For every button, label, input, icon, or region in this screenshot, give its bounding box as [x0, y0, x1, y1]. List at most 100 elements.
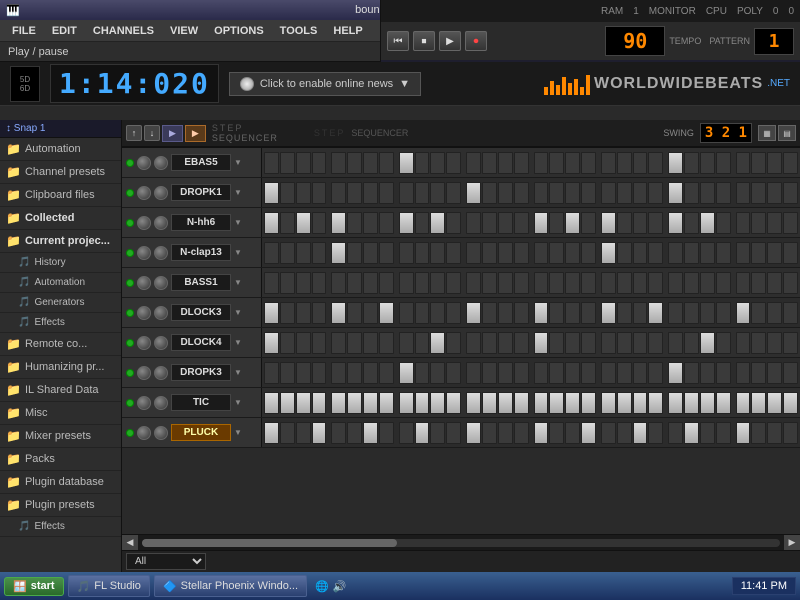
sidebar-item-plugin-presets[interactable]: 📁 Plugin presets	[0, 494, 121, 517]
step-btn-5-31[interactable]	[783, 302, 798, 324]
step-btn-7-4[interactable]	[331, 362, 346, 384]
step-btn-6-25[interactable]	[684, 332, 699, 354]
step-btn-7-19[interactable]	[581, 362, 596, 384]
seq-mode-indicator[interactable]: ▶	[162, 125, 183, 142]
step-btn-0-24[interactable]	[668, 152, 683, 174]
track-knob-pan-8[interactable]	[154, 396, 168, 410]
step-btn-8-8[interactable]	[399, 392, 414, 414]
step-btn-4-30[interactable]	[767, 272, 782, 294]
step-btn-9-8[interactable]	[399, 422, 414, 444]
step-btn-0-22[interactable]	[633, 152, 648, 174]
sidebar-item-shared-data[interactable]: 📁 IL Shared Data	[0, 379, 121, 402]
step-btn-5-20[interactable]	[601, 302, 616, 324]
step-btn-2-20[interactable]	[601, 212, 616, 234]
step-btn-9-27[interactable]	[716, 422, 731, 444]
step-btn-8-23[interactable]	[648, 392, 663, 414]
step-btn-2-10[interactable]	[430, 212, 445, 234]
step-btn-5-13[interactable]	[482, 302, 497, 324]
step-btn-7-6[interactable]	[363, 362, 378, 384]
step-btn-8-2[interactable]	[296, 392, 311, 414]
track-name-0[interactable]: EBAS5	[171, 154, 231, 171]
step-btn-4-7[interactable]	[379, 272, 394, 294]
step-btn-2-30[interactable]	[767, 212, 782, 234]
sidebar-item-clipboard[interactable]: 📁 Clipboard files	[0, 184, 121, 207]
step-btn-7-28[interactable]	[736, 362, 751, 384]
step-btn-1-21[interactable]	[617, 182, 632, 204]
tempo-display[interactable]: 90	[605, 26, 665, 56]
step-btn-6-2[interactable]	[296, 332, 311, 354]
sidebar-item-effects[interactable]: 🎵 Effects	[0, 313, 121, 333]
step-btn-3-0[interactable]	[264, 242, 279, 264]
prev-button[interactable]: ⏮	[387, 31, 409, 51]
step-btn-1-5[interactable]	[347, 182, 362, 204]
step-btn-8-10[interactable]	[430, 392, 445, 414]
track-name-1[interactable]: DROPK1	[171, 184, 231, 201]
step-btn-1-20[interactable]	[601, 182, 616, 204]
step-btn-4-23[interactable]	[648, 272, 663, 294]
step-btn-9-23[interactable]	[648, 422, 663, 444]
step-btn-3-30[interactable]	[767, 242, 782, 264]
step-btn-4-5[interactable]	[347, 272, 362, 294]
play-button[interactable]: ▶	[439, 31, 461, 51]
sidebar-item-channel-presets[interactable]: 📁 Channel presets	[0, 161, 121, 184]
step-btn-6-7[interactable]	[379, 332, 394, 354]
step-btn-0-6[interactable]	[363, 152, 378, 174]
step-btn-9-22[interactable]	[633, 422, 648, 444]
step-btn-2-14[interactable]	[498, 212, 513, 234]
step-btn-1-16[interactable]	[534, 182, 549, 204]
track-led-6[interactable]	[126, 339, 134, 347]
step-btn-5-23[interactable]	[648, 302, 663, 324]
step-btn-3-27[interactable]	[716, 242, 731, 264]
track-knob-vol-9[interactable]	[137, 426, 151, 440]
step-btn-5-24[interactable]	[668, 302, 683, 324]
track-knob-vol-8[interactable]	[137, 396, 151, 410]
step-btn-0-27[interactable]	[716, 152, 731, 174]
step-btn-4-19[interactable]	[581, 272, 596, 294]
sidebar-item-automation[interactable]: 📁 Automation	[0, 138, 121, 161]
step-btn-1-31[interactable]	[783, 182, 798, 204]
step-btn-6-28[interactable]	[736, 332, 751, 354]
step-btn-6-31[interactable]	[783, 332, 798, 354]
step-btn-9-19[interactable]	[581, 422, 596, 444]
step-btn-9-29[interactable]	[751, 422, 766, 444]
step-btn-0-30[interactable]	[767, 152, 782, 174]
step-btn-4-13[interactable]	[482, 272, 497, 294]
step-btn-1-27[interactable]	[716, 182, 731, 204]
sidebar-item-generators[interactable]: 🎵 Generators	[0, 293, 121, 313]
pattern-select[interactable]: All Drums Bass Melody	[126, 553, 206, 570]
track-led-2[interactable]	[126, 219, 134, 227]
step-btn-0-9[interactable]	[415, 152, 430, 174]
step-btn-4-8[interactable]	[399, 272, 414, 294]
step-btn-2-31[interactable]	[783, 212, 798, 234]
sidebar-item-history[interactable]: 🎵 History	[0, 253, 121, 273]
step-btn-9-5[interactable]	[347, 422, 362, 444]
step-btn-8-1[interactable]	[280, 392, 295, 414]
step-btn-2-5[interactable]	[347, 212, 362, 234]
pattern-display[interactable]: 1	[754, 28, 794, 55]
step-btn-9-1[interactable]	[280, 422, 295, 444]
step-btn-0-23[interactable]	[648, 152, 663, 174]
step-btn-1-1[interactable]	[280, 182, 295, 204]
step-btn-1-13[interactable]	[482, 182, 497, 204]
step-btn-1-11[interactable]	[446, 182, 461, 204]
step-btn-0-20[interactable]	[601, 152, 616, 174]
step-btn-9-20[interactable]	[601, 422, 616, 444]
step-btn-1-14[interactable]	[498, 182, 513, 204]
step-btn-3-19[interactable]	[581, 242, 596, 264]
news-button[interactable]: Click to enable online news ▼	[229, 72, 421, 96]
step-btn-0-26[interactable]	[700, 152, 715, 174]
step-btn-4-31[interactable]	[783, 272, 798, 294]
step-btn-3-4[interactable]	[331, 242, 346, 264]
step-btn-9-17[interactable]	[549, 422, 564, 444]
step-btn-3-22[interactable]	[633, 242, 648, 264]
step-btn-3-9[interactable]	[415, 242, 430, 264]
track-name-9[interactable]: PLUCK	[171, 424, 231, 441]
step-btn-1-12[interactable]	[466, 182, 481, 204]
step-btn-7-10[interactable]	[430, 362, 445, 384]
step-btn-0-8[interactable]	[399, 152, 414, 174]
track-knob-vol-2[interactable]	[137, 216, 151, 230]
step-btn-9-7[interactable]	[379, 422, 394, 444]
step-btn-8-5[interactable]	[347, 392, 362, 414]
step-btn-6-27[interactable]	[716, 332, 731, 354]
step-btn-6-26[interactable]	[700, 332, 715, 354]
